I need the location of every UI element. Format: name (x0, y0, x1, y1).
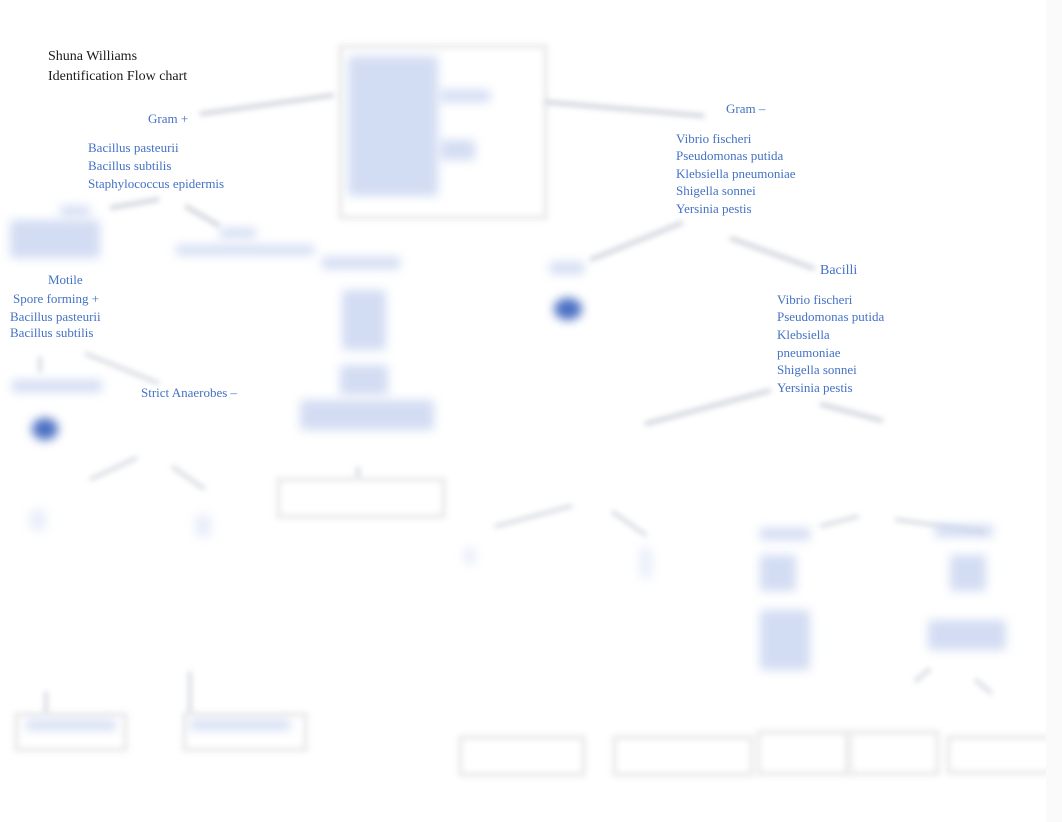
arrow-lower-left (89, 456, 138, 481)
blurred-node-text (60, 206, 90, 216)
gram-negative-label: Gram – (726, 101, 766, 116)
blurred-node-text (640, 548, 652, 578)
gram-negative-organism: Shigella sonnei (676, 183, 756, 198)
motile-label: Motile (48, 272, 83, 287)
blurred-node-text (928, 620, 1006, 650)
bacilli-organism: Pseudomonas putida (777, 309, 885, 324)
blurred-node-text (760, 528, 810, 540)
gram-negative-organism: Pseudomonas putida (676, 148, 784, 163)
arrow-lower (974, 678, 993, 695)
arrow-motile-down (38, 356, 42, 373)
arrow-bacilli-left (644, 388, 772, 426)
blurred-node-text (950, 555, 986, 591)
arrow-lower (914, 667, 932, 683)
arrow-lower-right (171, 465, 206, 491)
bacilli-organism: pneumoniae (777, 345, 841, 360)
document-title: Identification Flow chart (48, 69, 188, 84)
blurred-node-text (760, 555, 796, 591)
page-edge (1046, 0, 1062, 822)
blurred-node-text (26, 720, 116, 730)
blurred-bullet-icon (32, 418, 58, 440)
bacilli-organism: Klebsiella (777, 327, 830, 342)
blurred-node-text (935, 525, 993, 537)
blurred-bullet-icon (554, 298, 582, 320)
gram-positive-organism: Bacillus subtilis (88, 158, 172, 173)
gram-negative-organism: Vibrio fischeri (676, 131, 752, 146)
start-node-text-blurred-2 (440, 90, 490, 102)
start-node-text-blurred-3 (440, 140, 475, 160)
bacilli-label: Bacilli (820, 263, 858, 278)
arrow-to-bacilli (729, 236, 816, 271)
gram-negative-organism: Yersinia pestis (676, 201, 752, 216)
blurred-node-text (342, 290, 386, 350)
bacilli-organism: Vibrio fischeri (777, 292, 853, 307)
bacilli-organism: Yersinia pestis (777, 380, 853, 395)
result-box (458, 735, 586, 777)
blurred-node-text (550, 262, 584, 274)
blurred-node-text (340, 365, 388, 395)
gram-positive-label: Gram + (148, 111, 189, 126)
blurred-node-text (760, 610, 810, 670)
result-box (848, 730, 940, 776)
blurred-node-text (300, 400, 434, 430)
blurred-node-text (12, 380, 102, 392)
start-node-text-blurred (348, 56, 438, 196)
blurred-node-text (176, 245, 314, 255)
strict-anaerobes-label: Strict Anaerobes – (141, 385, 238, 400)
arrow-lower (611, 510, 648, 537)
gram-positive-organism: Bacillus pasteurii (88, 140, 179, 155)
blurred-node-text (30, 510, 46, 530)
blurred-node-text (190, 720, 290, 730)
arrow-gram-positive-left (109, 197, 160, 210)
blurred-node-text (195, 515, 211, 537)
motile-organism: Bacillus subtilis (10, 325, 94, 340)
arrow-lower (819, 514, 860, 528)
result-box (946, 735, 1056, 775)
arrow-gram-negative-left (589, 220, 684, 262)
arrow-bacilli-right (819, 402, 884, 423)
motile-organism: Bacillus pasteurii (10, 309, 101, 324)
arrow-lower (494, 504, 573, 528)
result-box (14, 712, 128, 752)
arrow-to-gram-negative (544, 100, 705, 118)
blurred-node-text (220, 228, 256, 238)
blurred-node-text (322, 257, 400, 269)
result-box (612, 735, 754, 777)
bacilli-organism: Shigella sonnei (777, 362, 857, 377)
result-box (756, 730, 850, 776)
gram-positive-organism: Staphylococcus epidermis (88, 176, 225, 191)
author-name: Shuna Williams (48, 49, 138, 64)
blurred-node-text (464, 548, 476, 564)
spore-forming-label: Spore forming + (13, 291, 100, 306)
gram-negative-organism: Klebsiella pneumoniae (676, 166, 796, 181)
result-box (182, 712, 308, 752)
middle-result-box (276, 477, 446, 519)
arrow-gram-positive-right (184, 204, 221, 228)
arrow-to-gram-positive (199, 93, 334, 116)
blurred-node-text (10, 220, 100, 258)
